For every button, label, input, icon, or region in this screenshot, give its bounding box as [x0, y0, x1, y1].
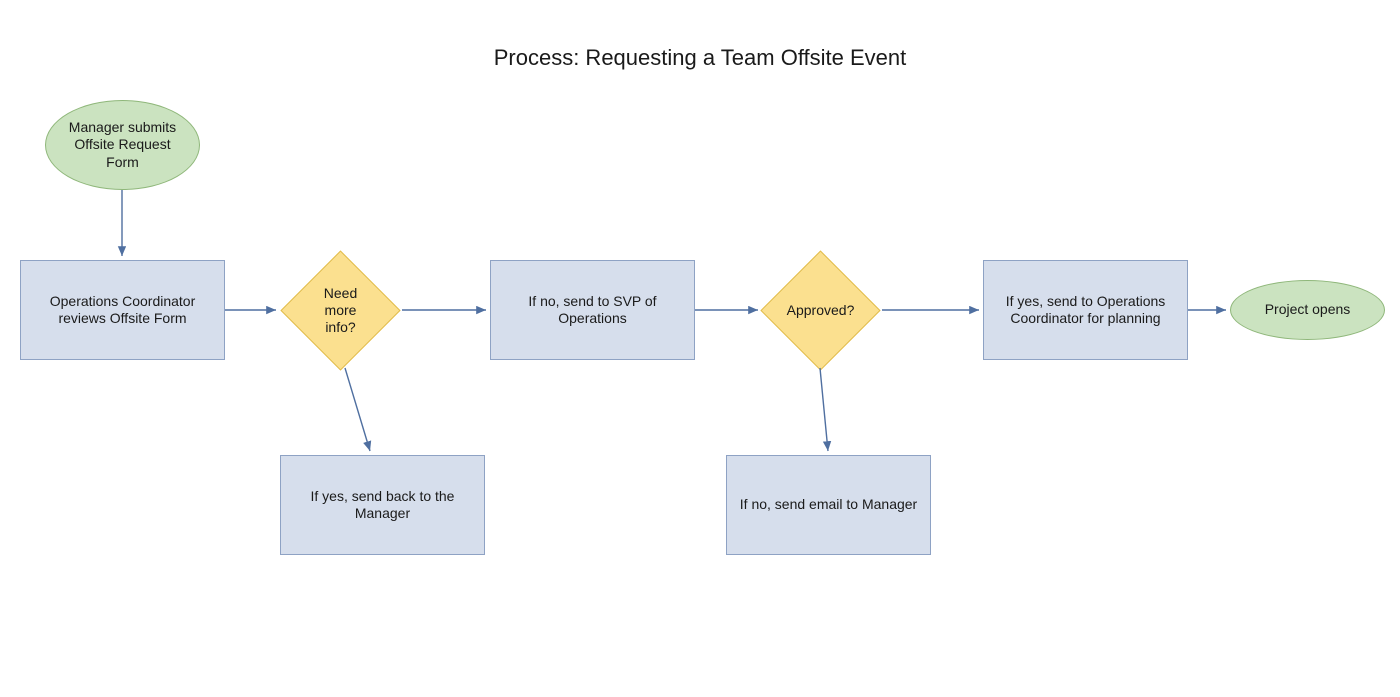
node-approved-label: Approved? [778, 268, 863, 353]
node-send-back: If yes, send back to the Manager [280, 455, 485, 555]
node-start: Manager submits Offsite Request Form [45, 100, 200, 190]
node-to-svp: If no, send to SVP of Operations [490, 260, 695, 360]
node-review: Operations Coordinator reviews Offsite F… [20, 260, 225, 360]
diagram-title: Process: Requesting a Team Offsite Event [0, 45, 1400, 71]
arrow-needinfo-sendback [345, 368, 370, 451]
flowchart-canvas: Process: Requesting a Team Offsite Event… [0, 0, 1400, 697]
node-to-coord: If yes, send to Operations Coordinator f… [983, 260, 1188, 360]
node-email-mgr-label: If no, send email to Manager [740, 496, 917, 514]
node-need-info-label: Need more info? [298, 268, 383, 353]
arrow-approved-emailmgr [820, 368, 828, 451]
node-to-coord-label: If yes, send to Operations Coordinator f… [992, 293, 1179, 328]
node-need-info: Need more info? [298, 268, 383, 353]
node-to-svp-label: If no, send to SVP of Operations [499, 293, 686, 328]
node-project-opens-label: Project opens [1265, 301, 1351, 319]
node-send-back-label: If yes, send back to the Manager [289, 488, 476, 523]
node-start-label: Manager submits Offsite Request Form [64, 119, 181, 172]
node-review-label: Operations Coordinator reviews Offsite F… [29, 293, 216, 328]
node-approved: Approved? [778, 268, 863, 353]
node-email-mgr: If no, send email to Manager [726, 455, 931, 555]
node-project-opens: Project opens [1230, 280, 1385, 340]
